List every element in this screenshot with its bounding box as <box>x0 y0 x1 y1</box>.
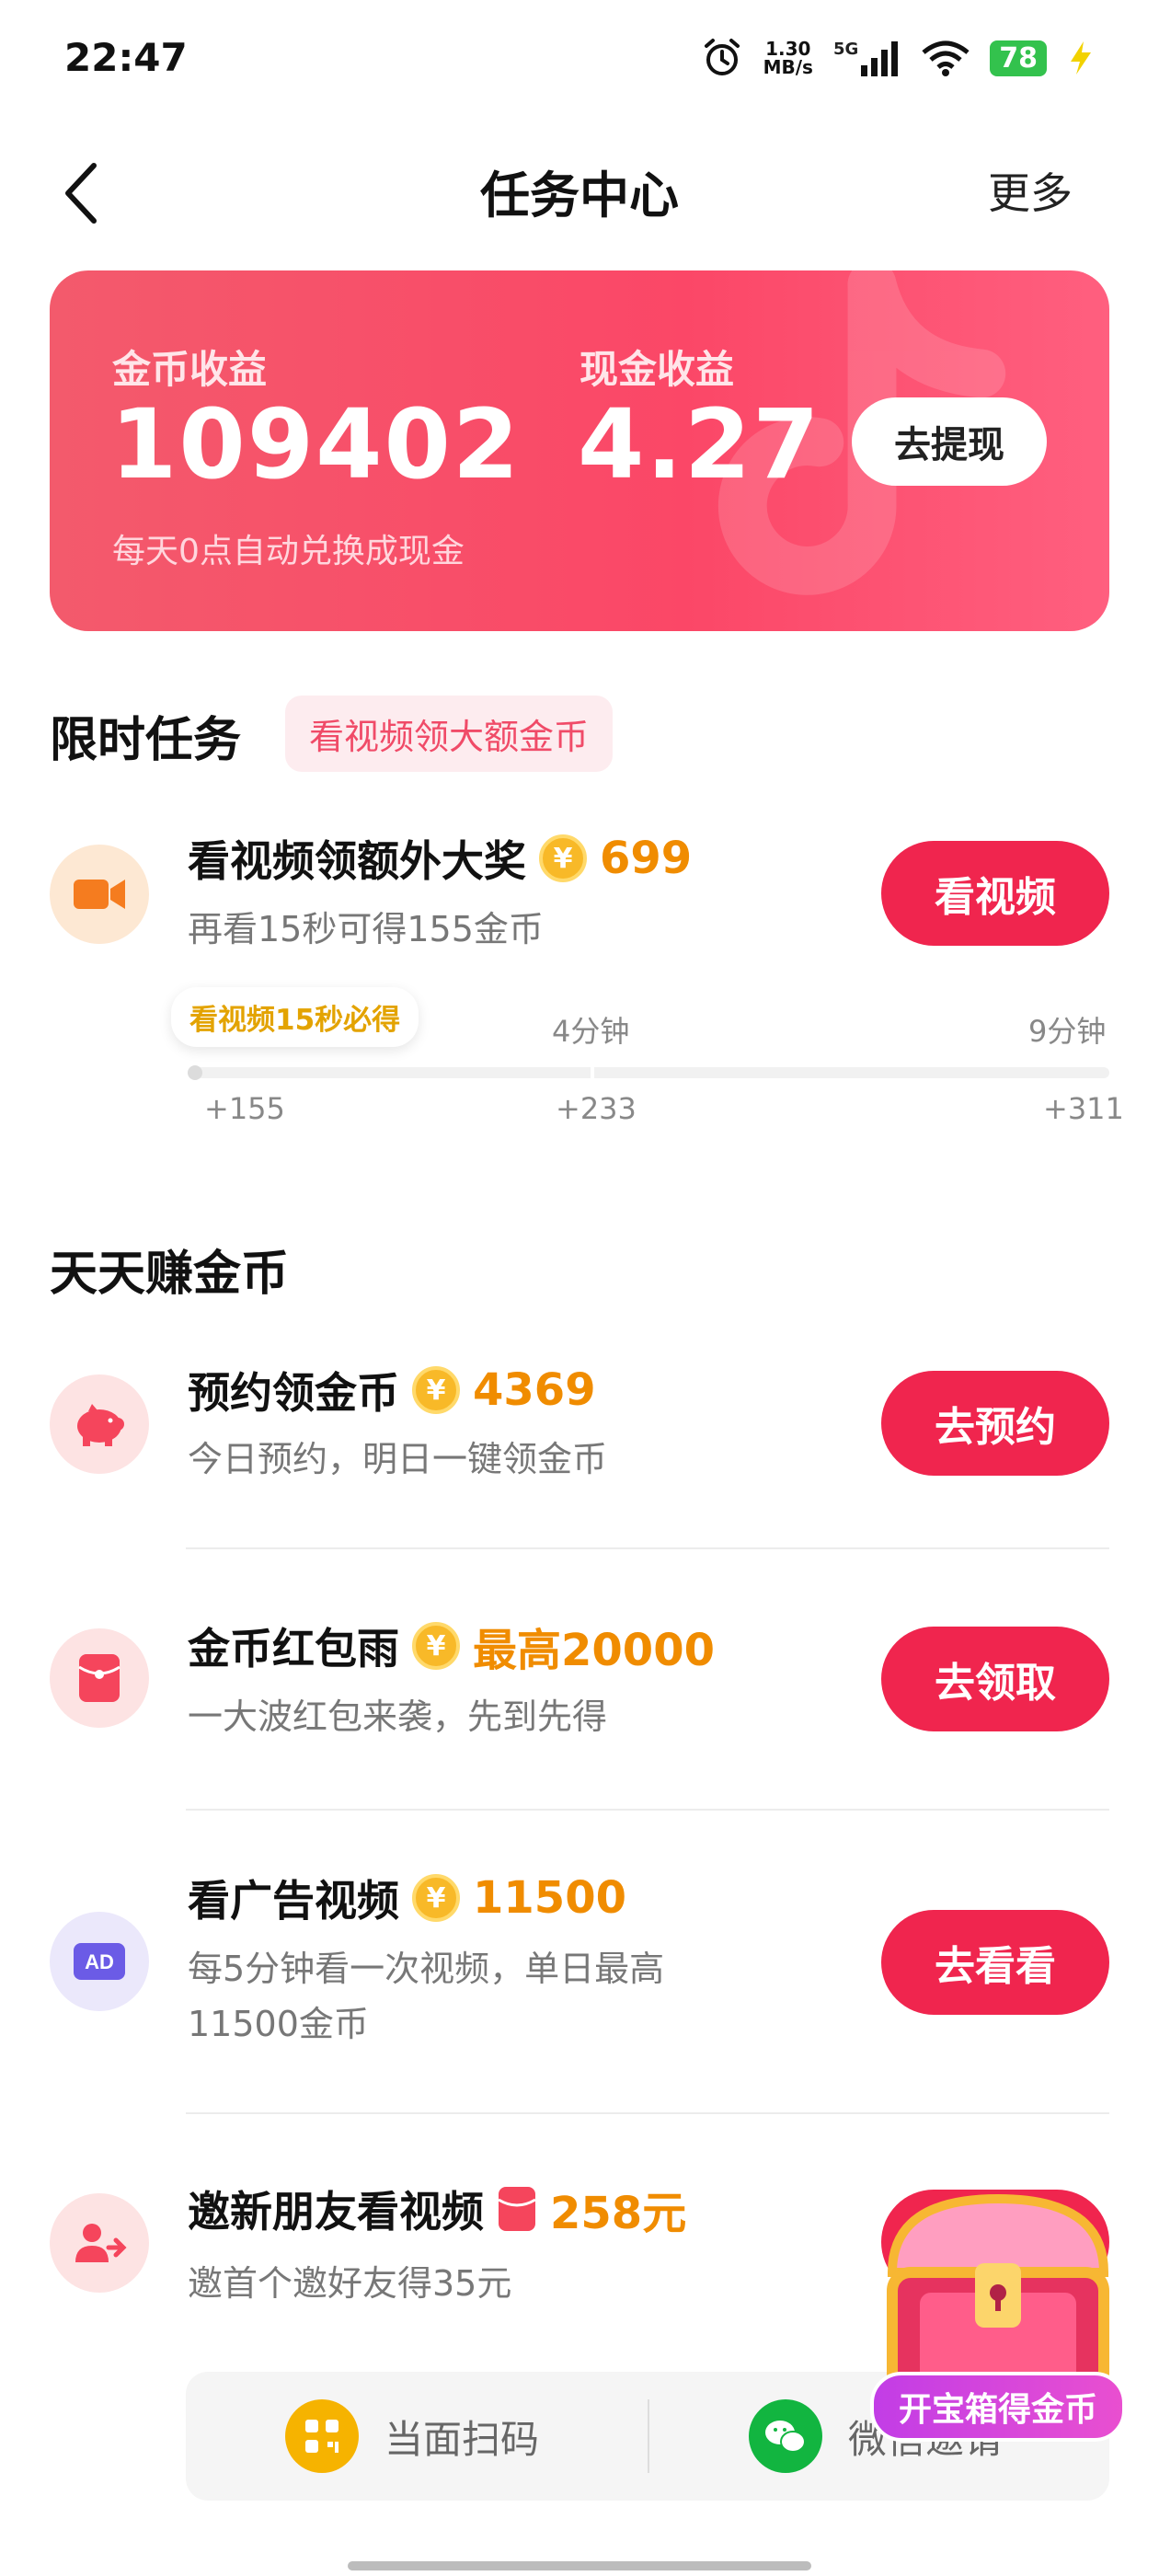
watch-video-button[interactable]: 看视频 <box>881 841 1109 946</box>
divider <box>186 2112 1109 2114</box>
charging-icon <box>1071 41 1091 75</box>
signal-icon <box>861 41 899 76</box>
video-task-desc: 再看15秒可得155金币 <box>188 909 544 949</box>
claim-button[interactable]: 去领取 <box>881 1627 1109 1731</box>
invite-friends-icon <box>75 2224 127 2262</box>
reserve-button[interactable]: 去预约 <box>881 1371 1109 1476</box>
svg-text:AD: AD <box>85 1950 114 1973</box>
progress-start-dot <box>188 1065 202 1080</box>
video-camera-icon <box>74 880 125 909</box>
scan-qr-option[interactable]: 当面扫码 <box>285 2399 539 2473</box>
coin-icon: ¥ <box>412 1622 460 1670</box>
exchange-note: 每天0点自动兑换成现金 <box>112 533 465 570</box>
ad-task-title-text: 看广告视频 <box>188 1876 399 1926</box>
coin-earnings-value: 109402 <box>110 388 522 500</box>
invite-task-desc: 邀首个邀好友得35元 <box>188 2263 512 2304</box>
alarm-icon <box>704 39 740 75</box>
milestone-label-3: 9分钟 <box>1028 1014 1107 1049</box>
reserve-task-desc: 今日预约，明日一键领金币 <box>188 1439 608 1479</box>
milestone-reward-1: +155 <box>204 1091 285 1126</box>
qr-code-icon <box>285 2399 359 2473</box>
ad-icon: AD <box>74 1943 125 1980</box>
invite-task-title: 邀新朋友看视频 258元 <box>188 2177 686 2241</box>
reserve-task-title-text: 预约领金币 <box>188 1368 399 1418</box>
net-speed: 1.30 MB/s <box>763 38 813 78</box>
home-indicator[interactable] <box>348 2561 811 2570</box>
more-button[interactable]: 更多 <box>988 160 1073 221</box>
red-rain-task-title: 金币红包雨 ¥ 最高20000 <box>188 1614 715 1678</box>
milestone-reward-2: +233 <box>556 1091 637 1126</box>
watch-ad-button[interactable]: 去看看 <box>881 1910 1109 2015</box>
cash-earnings-label: 现金收益 <box>580 347 735 392</box>
red-rain-task-amount: 最高20000 <box>473 1625 715 1676</box>
invite-task-amount: 258元 <box>550 2188 687 2239</box>
open-treasure-button[interactable]: 开宝箱得金币 <box>870 2372 1126 2442</box>
video-task-icon-wrap <box>50 845 149 944</box>
milestone-reward-3: +311 <box>1043 1091 1124 1126</box>
limited-tasks-title: 限时任务 <box>50 713 242 768</box>
coin-icon: ¥ <box>412 1874 460 1922</box>
reserve-task-title: 预约领金币 ¥ 4369 <box>188 1360 596 1420</box>
piggy-bank-icon <box>77 1404 124 1446</box>
red-envelope-icon <box>498 2187 536 2231</box>
withdraw-button[interactable]: 去提现 <box>852 397 1047 486</box>
page-title: 任务中心 <box>480 167 679 224</box>
coin-icon: ¥ <box>539 834 587 882</box>
video-task-amount: 699 <box>600 833 693 884</box>
status-time: 22:47 <box>64 35 188 80</box>
red-envelope-icon <box>78 1654 120 1702</box>
ad-task-title: 看广告视频 ¥ 11500 <box>188 1868 626 1928</box>
ad-task-amount: 11500 <box>473 1872 626 1924</box>
video-task-title-text: 看视频领额外大奖 <box>188 836 526 886</box>
scan-qr-label: 当面扫码 <box>384 2416 540 2462</box>
coin-icon: ¥ <box>412 1366 460 1414</box>
ad-task-icon-wrap: AD <box>50 1912 149 2011</box>
reserve-task-icon-wrap <box>50 1374 149 1474</box>
divider <box>186 1809 1109 1811</box>
cash-earnings-value: 4.27 <box>578 388 821 500</box>
red-rain-task-icon-wrap <box>50 1628 149 1728</box>
video-task-title: 看视频领额外大奖 ¥ 699 <box>188 828 692 889</box>
status-icons: 1.30 MB/s 5G 78 <box>701 37 1095 79</box>
limited-tasks-tag: 看视频领大额金币 <box>285 696 614 772</box>
share-divider <box>648 2399 649 2473</box>
divider <box>186 1547 1109 1549</box>
coin-earnings-label: 金币收益 <box>112 347 268 392</box>
red-rain-task-desc: 一大波红包来袭，先到先得 <box>188 1696 608 1737</box>
reserve-task-amount: 4369 <box>473 1364 596 1416</box>
progress-bubble: 看视频15秒必得 <box>171 987 419 1047</box>
battery-indicator: 78 <box>990 40 1047 76</box>
wechat-icon <box>749 2399 822 2473</box>
invite-task-icon-wrap <box>50 2193 149 2293</box>
earnings-card: 金币收益 109402 现金收益 4.27 去提现 每天0点自动兑换成现金 <box>50 270 1109 631</box>
milestone-label-2: 4分钟 <box>552 1014 630 1049</box>
wifi-icon <box>922 40 970 76</box>
red-rain-task-title-text: 金币红包雨 <box>188 1624 399 1673</box>
video-progress-track <box>188 1067 1109 1078</box>
signal-5g: 5G <box>833 40 901 76</box>
daily-tasks-title: 天天赚金币 <box>50 1247 290 1302</box>
ad-task-desc: 每5分钟看一次视频，单日最高11500金币 <box>188 1949 665 2044</box>
invite-task-title-text: 邀新朋友看视频 <box>188 2187 484 2237</box>
